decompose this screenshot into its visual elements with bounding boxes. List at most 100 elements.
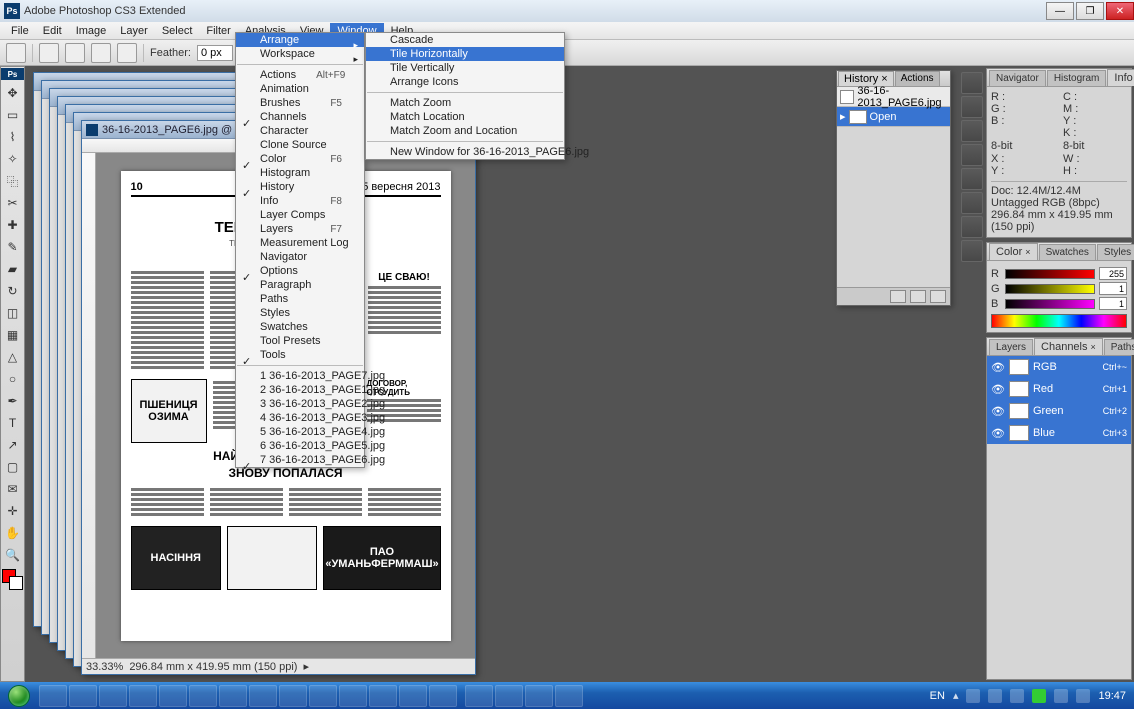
hand-tool-icon[interactable]: ✋ xyxy=(2,522,24,544)
notes-tool-icon[interactable]: ✉ xyxy=(2,478,24,500)
healing-tool-icon[interactable]: ✚ xyxy=(2,214,24,236)
menu-item[interactable]: Clone Source xyxy=(236,138,364,152)
pen-tool-icon[interactable]: ✒ xyxy=(2,390,24,412)
marquee-tool-icon[interactable]: ▭ xyxy=(2,104,24,126)
subtract-selection-icon[interactable] xyxy=(91,43,111,63)
vertical-ruler[interactable] xyxy=(82,153,96,658)
menu-item[interactable]: Paths xyxy=(236,292,364,306)
move-tool-icon[interactable]: ✥ xyxy=(2,82,24,104)
menu-item[interactable]: 2 36-16-2013_PAGE1.jpg xyxy=(236,383,364,397)
menu-item[interactable]: Navigator xyxy=(236,250,364,264)
tray-icon[interactable] xyxy=(1076,689,1090,703)
palette-button-icon[interactable] xyxy=(961,240,983,262)
intersect-selection-icon[interactable] xyxy=(117,43,137,63)
taskbar-app-icon[interactable] xyxy=(189,685,217,707)
slice-tool-icon[interactable]: ✂ xyxy=(2,192,24,214)
menu-item[interactable]: Match Zoom xyxy=(366,96,564,110)
wand-tool-icon[interactable]: ✧ xyxy=(2,148,24,170)
taskbar-app-icon[interactable] xyxy=(159,685,187,707)
tab-styles[interactable]: Styles xyxy=(1097,244,1134,260)
menu-item[interactable]: Options xyxy=(236,264,364,278)
tab-navigator[interactable]: Navigator xyxy=(989,70,1046,86)
spectrum-bar[interactable] xyxy=(991,314,1127,328)
menu-item[interactable]: Channels xyxy=(236,110,364,124)
menu-item[interactable]: Styles xyxy=(236,306,364,320)
menu-item[interactable]: Arrange Icons xyxy=(366,75,564,89)
menu-item[interactable]: Tool Presets xyxy=(236,334,364,348)
menu-item[interactable]: LayersF7 xyxy=(236,222,364,236)
menu-item[interactable]: New Window for 36-16-2013_PAGE6.jpg xyxy=(366,145,564,159)
taskbar-app-icon[interactable] xyxy=(495,685,523,707)
menu-edit[interactable]: Edit xyxy=(36,23,69,39)
tab-info[interactable]: Info× xyxy=(1107,69,1134,86)
tab-layers[interactable]: Layers xyxy=(989,339,1033,355)
new-snapshot-icon[interactable] xyxy=(910,290,926,303)
menu-item[interactable]: Tile Vertically xyxy=(366,61,564,75)
taskbar-app-icon[interactable] xyxy=(249,685,277,707)
menu-layer[interactable]: Layer xyxy=(113,23,155,39)
channel-row[interactable]: 👁GreenCtrl+2 xyxy=(987,400,1131,422)
blur-tool-icon[interactable]: △ xyxy=(2,346,24,368)
menu-item[interactable]: Arrange xyxy=(236,33,364,47)
palette-button-icon[interactable] xyxy=(961,192,983,214)
menu-item[interactable]: Swatches xyxy=(236,320,364,334)
taskbar-app-icon[interactable] xyxy=(369,685,397,707)
menu-item[interactable]: Character xyxy=(236,124,364,138)
taskbar-app-icon[interactable] xyxy=(99,685,127,707)
delete-state-icon[interactable] xyxy=(930,290,946,303)
menu-item[interactable]: 7 36-16-2013_PAGE6.jpg xyxy=(236,453,364,467)
channel-row[interactable]: 👁BlueCtrl+3 xyxy=(987,422,1131,444)
taskbar-app-icon[interactable] xyxy=(555,685,583,707)
start-button[interactable] xyxy=(0,682,38,709)
zoom-tool-icon[interactable]: 🔍 xyxy=(2,544,24,566)
tab-color[interactable]: Color× xyxy=(989,243,1038,260)
taskbar-app-icon[interactable] xyxy=(339,685,367,707)
menu-item[interactable]: Histogram xyxy=(236,166,364,180)
b-value[interactable] xyxy=(1099,297,1127,310)
clock[interactable]: 19:47 xyxy=(1098,690,1126,702)
history-state[interactable]: ▸Open xyxy=(837,107,950,127)
history-brush-tool-icon[interactable]: ↻ xyxy=(2,280,24,302)
taskbar-app-icon[interactable] xyxy=(69,685,97,707)
menu-item[interactable]: ActionsAlt+F9 xyxy=(236,68,364,82)
type-tool-icon[interactable]: T xyxy=(2,412,24,434)
tray-icon[interactable] xyxy=(1054,689,1068,703)
menu-item[interactable]: Match Zoom and Location xyxy=(366,124,564,138)
g-slider[interactable] xyxy=(1005,284,1095,294)
zoom-level[interactable]: 33.33% xyxy=(86,661,123,673)
palette-button-icon[interactable] xyxy=(961,120,983,142)
language-indicator[interactable]: EN xyxy=(930,690,945,702)
path-tool-icon[interactable]: ↗ xyxy=(2,434,24,456)
menu-item[interactable]: 1 36-16-2013_PAGE7.jpg xyxy=(236,369,364,383)
color-swatches[interactable] xyxy=(0,566,26,593)
tool-preset-icon[interactable] xyxy=(6,43,26,63)
stamp-tool-icon[interactable]: ▰ xyxy=(2,258,24,280)
eraser-tool-icon[interactable]: ◫ xyxy=(2,302,24,324)
tab-paths[interactable]: Paths xyxy=(1104,339,1134,355)
menu-file[interactable]: File xyxy=(4,23,36,39)
tab-histogram[interactable]: Histogram xyxy=(1047,70,1107,86)
background-swatch[interactable] xyxy=(9,576,23,590)
menu-item[interactable]: Layer Comps xyxy=(236,208,364,222)
menu-item[interactable]: 6 36-16-2013_PAGE5.jpg xyxy=(236,439,364,453)
menu-item[interactable]: Tools xyxy=(236,348,364,362)
menu-item[interactable]: Cascade xyxy=(366,33,564,47)
palette-button-icon[interactable] xyxy=(961,168,983,190)
feather-input[interactable] xyxy=(197,45,233,61)
dodge-tool-icon[interactable]: ○ xyxy=(2,368,24,390)
history-snapshot[interactable]: 36-16-2013_PAGE6.jpg xyxy=(837,87,950,107)
r-slider[interactable] xyxy=(1005,269,1095,279)
tray-icon[interactable] xyxy=(966,689,980,703)
taskbar-app-icon[interactable] xyxy=(525,685,553,707)
tray-icon[interactable] xyxy=(1010,689,1024,703)
taskbar-app-icon[interactable] xyxy=(309,685,337,707)
shape-tool-icon[interactable]: ▢ xyxy=(2,456,24,478)
tray-icon[interactable] xyxy=(988,689,1002,703)
menu-item[interactable]: BrushesF5 xyxy=(236,96,364,110)
eyedropper-tool-icon[interactable]: ✛ xyxy=(2,500,24,522)
taskbar-app-icon[interactable] xyxy=(429,685,457,707)
menu-image[interactable]: Image xyxy=(69,23,114,39)
taskbar-app-icon[interactable] xyxy=(465,685,493,707)
b-slider[interactable] xyxy=(1005,299,1095,309)
g-value[interactable] xyxy=(1099,282,1127,295)
